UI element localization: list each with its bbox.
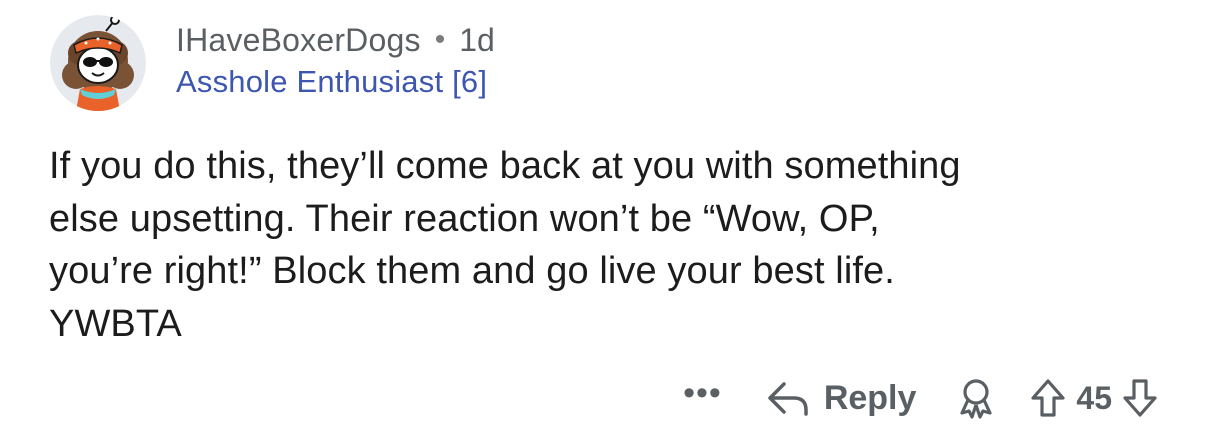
- comment-actions: ••• Reply 45: [683, 370, 1158, 426]
- comment: IHaveBoxerDogs • 1d Asshole Enthusiast […: [0, 0, 1206, 444]
- user-flair: Asshole Enthusiast [6]: [176, 64, 488, 99]
- reply-label: Reply: [823, 378, 917, 417]
- award-icon: [960, 379, 993, 419]
- author-username[interactable]: IHaveBoxerDogs: [176, 22, 421, 59]
- meta-separator: •: [434, 23, 446, 56]
- downvote-button[interactable]: [1122, 378, 1158, 418]
- author-row: IHaveBoxerDogs • 1d: [176, 20, 495, 60]
- upvote-arrow-icon: [1031, 379, 1066, 417]
- user-avatar[interactable]: [50, 15, 146, 111]
- comment-age: 1d: [459, 21, 495, 58]
- more-options-button[interactable]: •••: [683, 376, 722, 420]
- vote-controls: 45: [1030, 378, 1158, 418]
- reply-button[interactable]: Reply: [766, 378, 917, 418]
- comment-meta: IHaveBoxerDogs • 1d Asshole Enthusiast […: [176, 20, 495, 100]
- reply-arrow-icon: [768, 382, 808, 416]
- upvote-button[interactable]: [1030, 378, 1066, 418]
- comment-body-text: If you do this, they’ll come back at you…: [49, 145, 961, 345]
- comment-body: If you do this, they’ll come back at you…: [49, 140, 1179, 350]
- downvote-arrow-icon: [1123, 379, 1157, 417]
- vote-score: 45: [1076, 379, 1112, 416]
- snoo-avatar-icon: [50, 15, 146, 111]
- award-button[interactable]: [956, 377, 996, 419]
